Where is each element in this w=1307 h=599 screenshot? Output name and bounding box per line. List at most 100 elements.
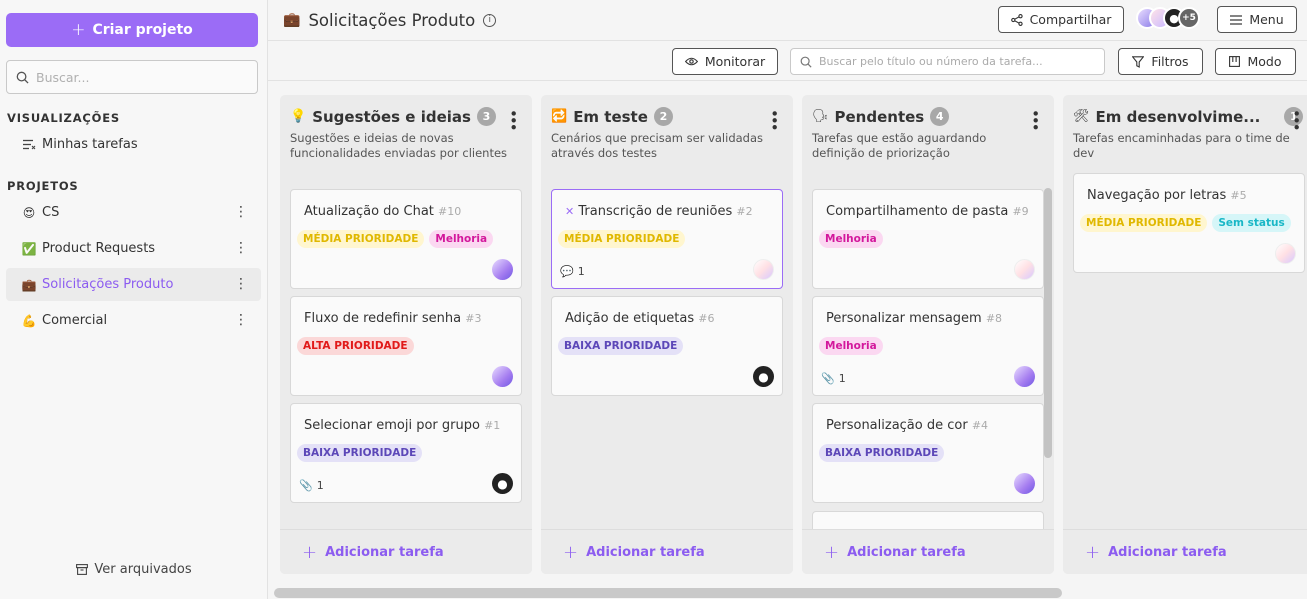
plus-icon: + [71, 20, 86, 40]
board-horizontal-scrollbar[interactable] [274, 588, 1062, 598]
task-title: Selecionar emoji por grupo #1 [304, 418, 501, 433]
task-title: Adição de etiquetas #6 [565, 311, 715, 326]
share-button-label: Compartilhar [1029, 12, 1112, 27]
paperclip-icon: 📎 [821, 372, 835, 385]
assignee-avatar[interactable] [1014, 473, 1035, 494]
add-task-button[interactable]: + Adicionar tarefa [1063, 529, 1307, 574]
task-number: #1 [484, 419, 501, 432]
task-card[interactable]: Personalização de cor #4 BAIXA PRIORIDAD… [812, 403, 1044, 503]
assignee-avatar[interactable] [492, 366, 513, 387]
monitor-button-label: Monitorar [704, 54, 766, 69]
priority-tag: MÉDIA PRIORIDADE [1080, 214, 1208, 232]
column-description: Tarefas encaminhadas para o time de dev [1073, 131, 1290, 160]
main-area: 💼 Solicitações Produto i Compartilhar ● … [268, 0, 1307, 599]
search-icon [16, 71, 29, 84]
priority-tag: MÉDIA PRIORIDADE [297, 230, 425, 248]
menu-button-label: Menu [1249, 12, 1284, 27]
list-icon [20, 139, 38, 150]
filter-icon [1132, 55, 1145, 68]
eye-icon [684, 57, 698, 66]
task-number: #5 [1230, 189, 1247, 202]
hammer-wrench-emoji-icon: 🛠 [1073, 109, 1090, 124]
attachment-count: 📎 1 [299, 479, 324, 492]
priority-tag: BAIXA PRIORIDADE [297, 444, 423, 462]
task-tags: Melhoria [819, 337, 883, 355]
task-number: #8 [985, 312, 1003, 325]
status-tag: Sem status [1212, 214, 1291, 232]
task-card[interactable]: Navegação por letras #5 MÉDIA PRIORIDADE… [1073, 173, 1305, 273]
assignee-avatar[interactable] [1014, 366, 1035, 387]
assignee-avatar[interactable] [1275, 243, 1296, 264]
column-scrollbar[interactable] [1044, 188, 1052, 458]
task-card[interactable]: Adição de etiquetas #6 BAIXA PRIORIDADE … [551, 296, 783, 396]
share-icon [1010, 13, 1023, 26]
task-card[interactable]: ✕ Transcrição de reuniões #2 MÉDIA PRIOR… [551, 189, 783, 289]
attachment-count: 📎 1 [821, 372, 846, 385]
task-number: #4 [971, 419, 989, 432]
column-menu-icon[interactable]: ••• [1287, 109, 1305, 130]
paperclip-icon: 📎 [299, 479, 313, 492]
page-title: Solicitações Produto [308, 10, 476, 30]
column-description: Sugestões e ideias de novas funcionalida… [290, 131, 508, 160]
project-item-label: CS [42, 205, 60, 220]
task-search-input[interactable] [819, 55, 1099, 68]
task-tags: Melhoria [819, 230, 883, 248]
task-title: ✕ Transcrição de reuniões #2 [565, 204, 753, 219]
view-archived-link[interactable]: Ver arquivados [0, 562, 268, 577]
column-header: 💡 Sugestões e ideias 3 [290, 107, 496, 126]
task-tags: BAIXA PRIORIDADE [558, 337, 684, 355]
type-tag: Melhoria [429, 230, 494, 248]
task-tags: MÉDIA PRIORIDADE [558, 230, 686, 248]
task-search[interactable] [790, 48, 1105, 75]
projects-section-label: PROJETOS [7, 179, 79, 193]
column-count-badge: 3 [476, 107, 496, 126]
task-tags: MÉDIA PRIORIDADE Melhoria [297, 230, 494, 248]
assignee-avatar[interactable] [1014, 259, 1035, 280]
project-item-label: Product Requests [42, 241, 156, 256]
add-task-button[interactable]: + Adicionar tarefa [802, 529, 1054, 574]
task-card[interactable]: Compartilhamento de pasta #9 Melhoria [812, 189, 1044, 289]
comment-count: 💬 1 [560, 265, 585, 278]
column-menu-icon[interactable]: ••• [1026, 109, 1044, 130]
task-card[interactable]: Selecionar emoji por grupo #1 BAIXA PRIO… [290, 403, 522, 503]
task-card[interactable]: Fluxo de redefinir senha #3 ALTA PRIORID… [290, 296, 522, 396]
light-bulb-emoji-icon: 💡 [290, 109, 307, 124]
assignee-avatar[interactable] [753, 259, 774, 280]
monitor-button[interactable]: Monitorar [672, 48, 778, 75]
kebab-menu-icon[interactable]: ⋮ [234, 240, 248, 256]
nav-item-minhas-tarefas[interactable]: Minhas tarefas [6, 128, 261, 161]
share-button[interactable]: Compartilhar [998, 6, 1124, 33]
sidebar-search[interactable] [6, 60, 258, 94]
task-title: Navegação por letras #5 [1087, 188, 1247, 203]
info-icon[interactable]: i [483, 13, 497, 27]
column-header: 🛠 Em desenvolvime... 1 [1073, 107, 1304, 126]
project-item-solicitacoes-produto[interactable]: 💼 Solicitações Produto ⋮ [6, 268, 261, 301]
assignee-avatar-user-icon[interactable]: ● [753, 366, 774, 387]
column-menu-icon[interactable]: ••• [765, 109, 783, 130]
filters-button[interactable]: Filtros [1118, 48, 1203, 75]
column-menu-icon[interactable]: ••• [504, 109, 522, 130]
project-item-comercial[interactable]: 💪 Comercial ⋮ [6, 304, 261, 337]
task-card[interactable]: Personalizar mensagem #8 Melhoria 📎 1 [812, 296, 1044, 396]
kebab-menu-icon[interactable]: ⋮ [234, 276, 248, 292]
kebab-menu-icon[interactable]: ⋮ [234, 312, 248, 328]
menu-button[interactable]: Menu [1217, 6, 1297, 33]
create-project-button[interactable]: + Criar projeto [6, 13, 258, 47]
assignee-avatar-user-icon[interactable]: ● [492, 473, 513, 494]
project-item-cs[interactable]: 😍 CS ⋮ [6, 196, 261, 229]
sidebar: + Criar projeto VISUALIZAÇÕES Minhas tar… [0, 0, 268, 599]
add-task-button[interactable]: + Adicionar tarefa [541, 529, 793, 574]
filters-button-label: Filtros [1151, 54, 1189, 69]
task-card[interactable]: Atualização do Chat #10 MÉDIA PRIORIDADE… [290, 189, 522, 289]
add-task-button[interactable]: + Adicionar tarefa [280, 529, 532, 574]
assignee-avatar[interactable] [492, 259, 513, 280]
briefcase-emoji-icon: 💼 [283, 12, 301, 28]
project-item-product-requests[interactable]: ✅ Product Requests ⋮ [6, 232, 261, 265]
member-avatars[interactable]: ● +5 [1136, 7, 1206, 33]
kebab-menu-icon[interactable]: ⋮ [234, 204, 248, 220]
plus-icon: + [563, 541, 579, 563]
task-title: Compartilhamento de pasta #9 [826, 204, 1029, 219]
project-header: 💼 Solicitações Produto i Compartilhar ● … [268, 0, 1307, 41]
sidebar-search-input[interactable] [36, 69, 246, 85]
mode-button[interactable]: Modo [1215, 48, 1296, 75]
